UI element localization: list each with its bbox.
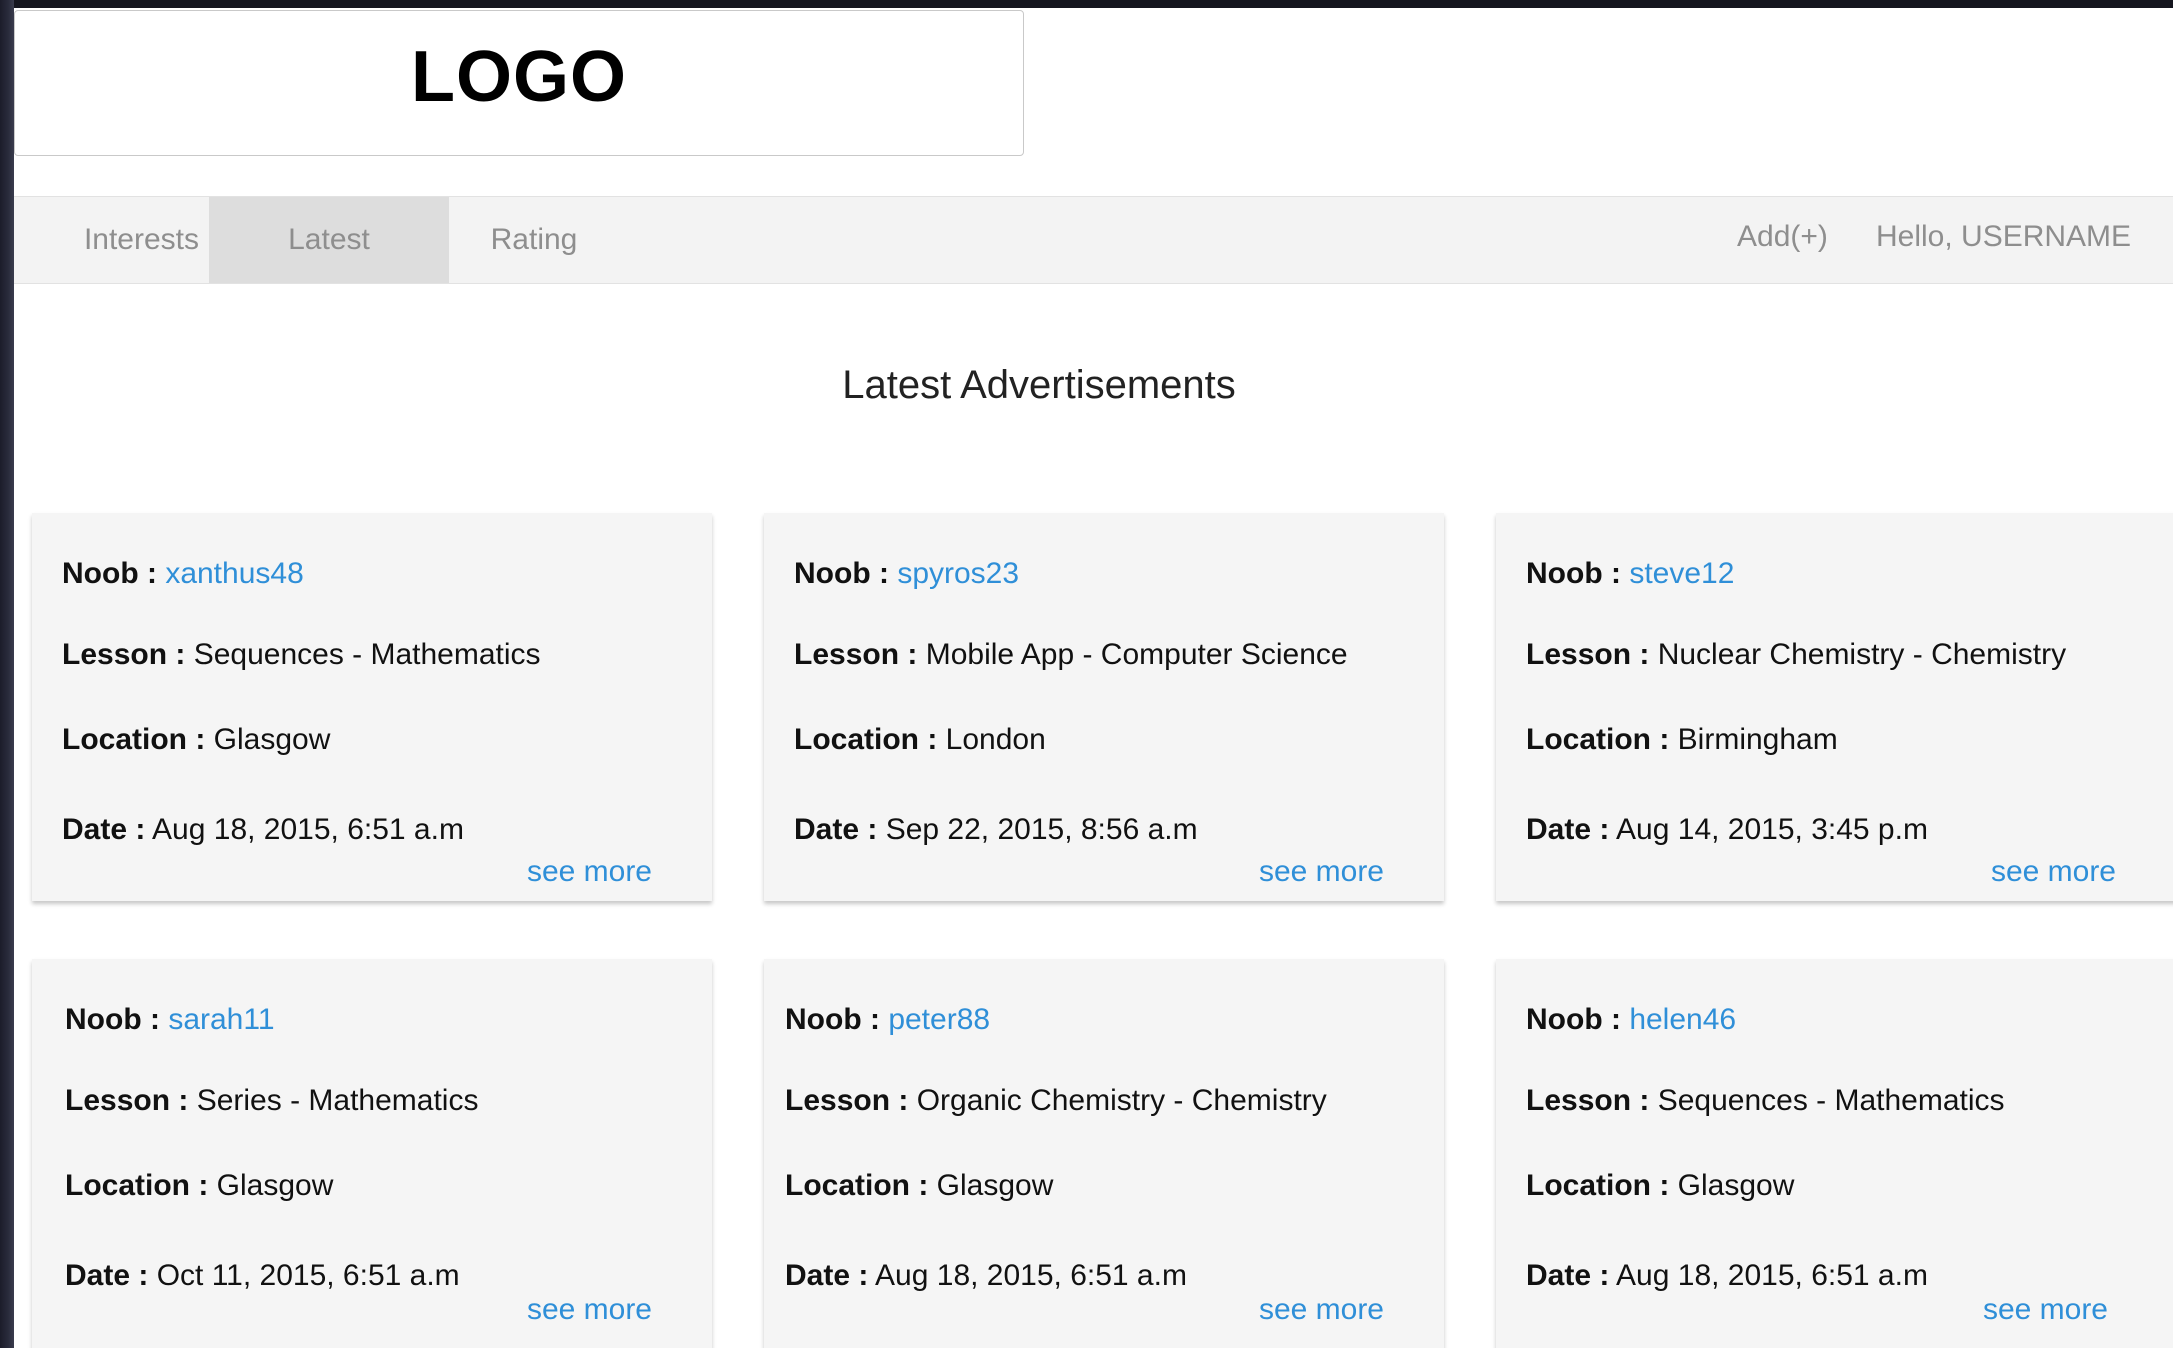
location-label: Location :: [1526, 1169, 1670, 1202]
lesson-value: Organic Chemistry - Chemistry: [916, 1084, 1327, 1117]
ad-lesson: Lesson : Sequences - Mathematics: [62, 638, 541, 672]
user-greeting-link[interactable]: Hello, USERNAME: [1876, 197, 2131, 277]
lesson-value: Sequences - Mathematics: [193, 638, 541, 671]
lesson-label: Lesson :: [785, 1084, 909, 1117]
see-more-link[interactable]: see more: [1259, 855, 1384, 889]
see-more-link[interactable]: see more: [527, 1293, 652, 1327]
location-value: Glasgow: [213, 723, 331, 756]
lesson-label: Lesson :: [62, 638, 186, 671]
location-label: Location :: [794, 723, 938, 756]
date-label: Date :: [1526, 1259, 1610, 1292]
noob-label: Noob :: [62, 557, 157, 590]
ad-location: Location : Glasgow: [785, 1169, 1053, 1203]
ad-card: Noob : sarah11 Lesson : Series - Mathema…: [32, 959, 712, 1348]
ad-noob: Noob : sarah11: [65, 1003, 275, 1037]
location-label: Location :: [785, 1169, 929, 1202]
ad-card: Noob : spyros23 Lesson : Mobile App - Co…: [764, 513, 1444, 901]
lesson-value: Series - Mathematics: [196, 1084, 479, 1117]
location-value: Glasgow: [936, 1169, 1054, 1202]
lesson-value: Nuclear Chemistry - Chemistry: [1657, 638, 2067, 671]
ad-lesson: Lesson : Sequences - Mathematics: [1526, 1084, 2005, 1118]
tab-rating[interactable]: Rating: [449, 197, 619, 283]
lesson-value: Mobile App - Computer Science: [925, 638, 1348, 671]
ad-lesson: Lesson : Mobile App - Computer Science: [794, 638, 1348, 672]
location-value: Glasgow: [216, 1169, 334, 1202]
location-label: Location :: [1526, 723, 1670, 756]
ad-noob: Noob : helen46: [1526, 1003, 1736, 1037]
ad-card: Noob : xanthus48 Lesson : Sequences - Ma…: [32, 513, 712, 901]
date-value: Aug 18, 2015, 6:51 a.m: [875, 1259, 1187, 1292]
ad-noob: Noob : spyros23: [794, 557, 1019, 591]
noob-username-link[interactable]: peter88: [888, 1003, 990, 1036]
ad-date: Date : Aug 18, 2015, 6:51 a.m: [1526, 1259, 1928, 1293]
date-label: Date :: [794, 813, 878, 846]
date-label: Date :: [1526, 813, 1610, 846]
add-advertisement-link[interactable]: Add(+): [1737, 197, 1828, 277]
lesson-label: Lesson :: [794, 638, 918, 671]
location-value: London: [945, 723, 1046, 756]
date-value: Aug 18, 2015, 6:51 a.m: [152, 813, 464, 846]
ad-location: Location : Birmingham: [1526, 723, 1838, 757]
see-more-link[interactable]: see more: [1991, 855, 2116, 889]
logo-container[interactable]: LOGO: [14, 10, 1024, 156]
noob-label: Noob :: [65, 1003, 160, 1036]
location-value: Birmingham: [1677, 723, 1838, 756]
date-value: Aug 18, 2015, 6:51 a.m: [1616, 1259, 1928, 1292]
noob-username-link[interactable]: steve12: [1629, 557, 1734, 590]
lesson-label: Lesson :: [1526, 638, 1650, 671]
ad-noob: Noob : steve12: [1526, 557, 1734, 591]
ad-location: Location : Glasgow: [1526, 1169, 1794, 1203]
location-value: Glasgow: [1677, 1169, 1795, 1202]
ad-date: Date : Oct 11, 2015, 6:51 a.m: [65, 1259, 460, 1293]
noob-username-link[interactable]: spyros23: [897, 557, 1019, 590]
ad-date: Date : Aug 14, 2015, 3:45 p.m: [1526, 813, 1928, 847]
ad-lesson: Lesson : Nuclear Chemistry - Chemistry: [1526, 638, 2066, 672]
ad-location: Location : London: [794, 723, 1046, 757]
navbar: Interests Latest Rating Add(+) Hello, US…: [14, 196, 2173, 284]
ad-card: Noob : steve12 Lesson : Nuclear Chemistr…: [1496, 513, 2173, 901]
ad-date: Date : Aug 18, 2015, 6:51 a.m: [785, 1259, 1187, 1293]
noob-label: Noob :: [1526, 557, 1621, 590]
date-label: Date :: [62, 813, 146, 846]
ad-noob: Noob : peter88: [785, 1003, 990, 1037]
ad-card: Noob : helen46 Lesson : Sequences - Math…: [1496, 959, 2173, 1348]
date-value: Oct 11, 2015, 6:51 a.m: [156, 1259, 460, 1292]
ad-noob: Noob : xanthus48: [62, 557, 304, 591]
window-top-edge: [0, 0, 2173, 8]
browser-viewport: LOGO Interests Latest Rating Add(+) Hell…: [14, 8, 2173, 1348]
lesson-label: Lesson :: [1526, 1084, 1650, 1117]
see-more-link[interactable]: see more: [527, 855, 652, 889]
ad-location: Location : Glasgow: [62, 723, 330, 757]
noob-label: Noob :: [785, 1003, 880, 1036]
ad-lesson: Lesson : Organic Chemistry - Chemistry: [785, 1084, 1327, 1118]
see-more-link[interactable]: see more: [1983, 1293, 2108, 1327]
see-more-link[interactable]: see more: [1259, 1293, 1384, 1327]
date-value: Aug 14, 2015, 3:45 p.m: [1616, 813, 1928, 846]
noob-username-link[interactable]: xanthus48: [165, 557, 303, 590]
ad-date: Date : Sep 22, 2015, 8:56 a.m: [794, 813, 1198, 847]
noob-username-link[interactable]: helen46: [1629, 1003, 1736, 1036]
tab-latest[interactable]: Latest: [209, 197, 449, 283]
location-label: Location :: [65, 1169, 209, 1202]
ad-date: Date : Aug 18, 2015, 6:51 a.m: [62, 813, 464, 847]
location-label: Location :: [62, 723, 206, 756]
date-label: Date :: [785, 1259, 869, 1292]
lesson-value: Sequences - Mathematics: [1657, 1084, 2005, 1117]
date-label: Date :: [65, 1259, 149, 1292]
page-title: Latest Advertisements: [842, 363, 1236, 407]
ad-lesson: Lesson : Series - Mathematics: [65, 1084, 478, 1118]
noob-label: Noob :: [1526, 1003, 1621, 1036]
ad-card: Noob : peter88 Lesson : Organic Chemistr…: [764, 959, 1444, 1348]
noob-label: Noob :: [794, 557, 889, 590]
lesson-label: Lesson :: [65, 1084, 189, 1117]
logo: LOGO: [411, 37, 627, 117]
ad-location: Location : Glasgow: [65, 1169, 333, 1203]
date-value: Sep 22, 2015, 8:56 a.m: [885, 813, 1198, 846]
noob-username-link[interactable]: sarah11: [168, 1003, 274, 1036]
window-left-edge: [0, 0, 14, 1348]
tab-interests[interactable]: Interests: [14, 197, 209, 283]
